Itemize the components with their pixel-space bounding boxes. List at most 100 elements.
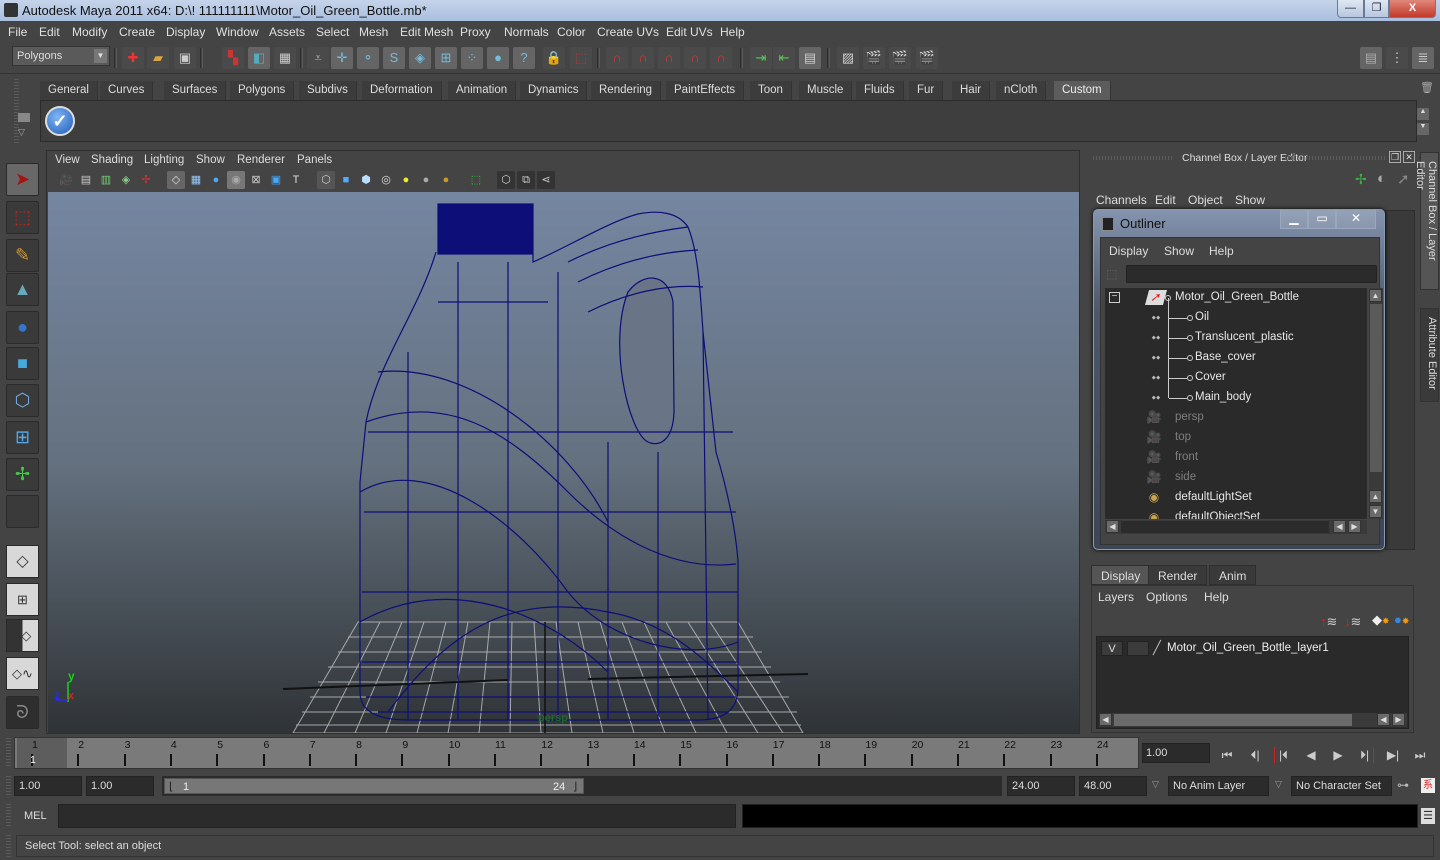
- toggle-channel-box-icon[interactable]: ≣: [1412, 47, 1434, 69]
- menu-edit-mesh[interactable]: Edit Mesh: [400, 25, 453, 39]
- vp-menu-renderer[interactable]: Renderer: [237, 154, 285, 166]
- safe-action-icon[interactable]: ▣: [267, 171, 285, 189]
- le-menu-layers[interactable]: Layers: [1098, 590, 1134, 604]
- shelf-tab-fluids[interactable]: Fluids: [856, 81, 904, 100]
- outliner-item[interactable]: 🎥 persp: [1105, 408, 1367, 428]
- step-forward-frame-button[interactable]: ▶|: [1384, 747, 1402, 763]
- bookmarks-icon[interactable]: ▥: [97, 171, 115, 189]
- shelf-menu-icon[interactable]: [18, 113, 30, 122]
- deformations-icon[interactable]: ⊞: [435, 47, 457, 69]
- menu-edit-uvs[interactable]: Edit UVs: [666, 25, 713, 39]
- film-gate-icon[interactable]: ▦: [187, 171, 205, 189]
- camera-attributes-icon[interactable]: ▤: [77, 171, 95, 189]
- scroll-track[interactable]: [1121, 521, 1329, 533]
- animation-preferences-icon[interactable]: 系: [1421, 778, 1435, 793]
- layer-horizontal-scrollbar[interactable]: ◀ ◀ ▶: [1099, 713, 1407, 727]
- cb-menu-channels[interactable]: Channels: [1096, 193, 1147, 207]
- current-time-field[interactable]: 1.00: [1142, 743, 1210, 763]
- shadows-icon[interactable]: ●: [417, 171, 435, 189]
- scroll-thumb[interactable]: [1370, 304, 1382, 472]
- snap-view-plane-icon[interactable]: ∩: [684, 47, 706, 69]
- shelf-tab-curves[interactable]: Curves: [100, 81, 154, 100]
- isolate-select-icon[interactable]: ⬚: [467, 171, 485, 189]
- render-view-icon[interactable]: ▨: [837, 47, 859, 69]
- layer-tab-display[interactable]: Display: [1091, 565, 1151, 585]
- show-manipulator-icon[interactable]: ✢: [6, 458, 39, 491]
- toggle-attribute-editor-icon[interactable]: ▤: [1360, 47, 1382, 69]
- paint-select-tool-icon[interactable]: ✎: [6, 239, 39, 272]
- 3d-viewport[interactable]: y z x persp: [48, 192, 1079, 733]
- menu-edit[interactable]: Edit: [39, 25, 60, 39]
- play-backwards-button[interactable]: ◀: [1302, 747, 1320, 763]
- scroll-thumb[interactable]: [1114, 714, 1352, 726]
- last-tool-slot[interactable]: [6, 495, 39, 528]
- layer-tab-render[interactable]: Render: [1148, 565, 1208, 585]
- outliner-maximize-button[interactable]: ▭: [1308, 210, 1336, 229]
- make-live-icon[interactable]: ∩: [710, 47, 732, 69]
- restore-button[interactable]: ❐: [1364, 0, 1389, 18]
- maya-logo-icon[interactable]: ᘐ: [6, 696, 39, 729]
- handles-icon[interactable]: ⚬: [357, 47, 379, 69]
- snap-grid-icon[interactable]: ∩: [606, 47, 628, 69]
- select-tool-icon[interactable]: ➤: [6, 163, 39, 196]
- menu-window[interactable]: Window: [216, 25, 259, 39]
- shelf-tab-fur[interactable]: Fur: [909, 81, 944, 100]
- outliner-persp-layout-icon[interactable]: ≡◇: [6, 619, 39, 652]
- minimize-button[interactable]: —: [1337, 0, 1364, 18]
- vp-menu-shading[interactable]: Shading: [91, 154, 133, 166]
- outliner-item[interactable]: 🎥 side: [1105, 468, 1367, 488]
- range-slider-handle[interactable]: ⌊ 1 24 ⌋: [164, 778, 584, 794]
- menu-assets[interactable]: Assets: [269, 25, 305, 39]
- shelf-scroll-up[interactable]: ▲: [1417, 108, 1429, 120]
- playback-start-field[interactable]: 1.00: [86, 776, 154, 796]
- range-slider[interactable]: ⌊ 1 24 ⌋: [162, 776, 1002, 796]
- outliner-item[interactable]: ◉ defaultLightSet: [1105, 488, 1367, 508]
- play-forwards-button[interactable]: ▶: [1329, 747, 1347, 763]
- outliner-item[interactable]: ⬩⬩ Main_body: [1105, 388, 1367, 408]
- select-by-object-icon[interactable]: ◧: [248, 47, 270, 69]
- move-layer-up-icon[interactable]: ↑≋: [1320, 614, 1337, 630]
- layer-tab-anim[interactable]: Anim: [1209, 565, 1257, 585]
- menu-normals[interactable]: Normals: [504, 25, 549, 39]
- menu-mesh[interactable]: Mesh: [359, 25, 388, 39]
- outliner-close-button[interactable]: ✕: [1336, 210, 1376, 229]
- menu-proxy[interactable]: Proxy: [460, 25, 491, 39]
- menu-modify[interactable]: Modify: [72, 25, 107, 39]
- lock-selection-icon[interactable]: 🔒: [543, 47, 565, 69]
- grid-icon[interactable]: ◇: [167, 171, 185, 189]
- scale-tool-icon[interactable]: ■: [6, 347, 39, 380]
- mel-command-input[interactable]: [58, 804, 736, 828]
- outliner-item[interactable]: ◉ defaultObjectSet: [1105, 508, 1367, 519]
- snap-point-icon[interactable]: ∩: [658, 47, 680, 69]
- shelf-tab-custom[interactable]: Custom: [1054, 81, 1111, 100]
- surfaces-icon[interactable]: ◈: [409, 47, 431, 69]
- side-tab-channel-box[interactable]: Channel Box / Layer Editor: [1414, 152, 1439, 290]
- step-back-key-button[interactable]: |⏴: [1274, 747, 1292, 763]
- outliner-item[interactable]: ⬩⬩ Cover: [1105, 368, 1367, 388]
- outliner-item[interactable]: − ➚ Motor_Oil_Green_Bottle: [1105, 288, 1367, 308]
- playback-end-field[interactable]: 24.00: [1007, 776, 1075, 796]
- scroll-up-icon[interactable]: ▲: [1369, 289, 1382, 302]
- go-to-end-button[interactable]: ⏭: [1411, 747, 1429, 763]
- rotate-tool-icon[interactable]: ●: [6, 311, 39, 344]
- create-layer-from-selection-icon[interactable]: ●✸: [1394, 612, 1409, 627]
- go-to-start-button[interactable]: ⏮: [1218, 747, 1236, 763]
- misc-icon[interactable]: ?: [513, 47, 535, 69]
- xray-components-icon[interactable]: ⋖: [537, 171, 555, 189]
- scroll-right-icon[interactable]: ▶: [1392, 713, 1405, 726]
- close-button[interactable]: X: [1389, 0, 1436, 18]
- menu-create-uvs[interactable]: Create UVs: [597, 25, 659, 39]
- select-by-hierarchy-icon[interactable]: ▚: [222, 47, 244, 69]
- le-menu-options[interactable]: Options: [1146, 590, 1187, 604]
- menu-file[interactable]: File: [8, 25, 27, 39]
- wireframe-icon[interactable]: ⬡: [317, 171, 335, 189]
- end-time-field[interactable]: 48.00: [1079, 776, 1147, 796]
- character-set-dropdown-icon[interactable]: ▽: [1275, 779, 1282, 790]
- auto-key-icon[interactable]: ⊶: [1397, 778, 1409, 792]
- snap-curve-icon[interactable]: ∩: [632, 47, 654, 69]
- image-plane-icon[interactable]: ◈: [117, 171, 135, 189]
- resolution-gate-icon[interactable]: ●: [207, 171, 225, 189]
- ol-menu-display[interactable]: Display: [1109, 244, 1148, 258]
- arrow-icon[interactable]: ➚: [1397, 170, 1410, 188]
- vp-menu-panels[interactable]: Panels: [297, 154, 332, 166]
